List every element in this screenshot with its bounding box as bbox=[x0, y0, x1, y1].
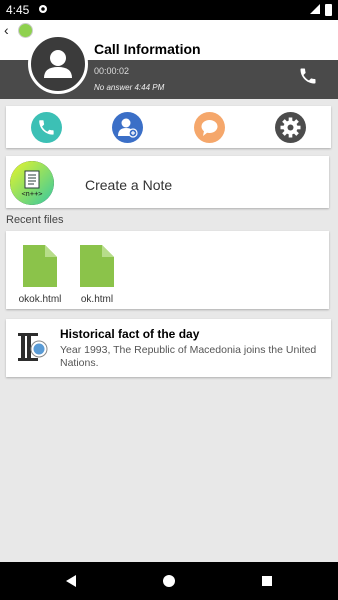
message-button[interactable] bbox=[194, 112, 225, 143]
settings-status-icon bbox=[39, 5, 47, 13]
file-item[interactable]: okok.html bbox=[10, 243, 70, 305]
call-button[interactable] bbox=[31, 112, 62, 143]
call-status: No answer 4:44 PM bbox=[94, 83, 165, 92]
page-title: Call Information bbox=[94, 41, 201, 57]
add-contact-icon bbox=[118, 118, 138, 138]
person-icon bbox=[44, 50, 72, 78]
notepad-logo-text: <n++> bbox=[21, 190, 42, 198]
signal-icon bbox=[310, 4, 320, 14]
nav-back-icon[interactable] bbox=[64, 574, 78, 588]
notepad-logo-icon: <n++> bbox=[10, 161, 54, 205]
back-icon[interactable]: ‹ bbox=[4, 22, 9, 38]
status-time: 4:45 bbox=[6, 3, 30, 17]
fact-body: Year 1993, The Republic of Macedonia joi… bbox=[60, 344, 317, 369]
add-contact-button[interactable] bbox=[112, 112, 143, 143]
settings-button[interactable] bbox=[275, 112, 306, 143]
navigation-bar bbox=[0, 562, 338, 600]
file-icon bbox=[80, 245, 114, 287]
phone-icon bbox=[39, 120, 54, 135]
nav-recents-icon[interactable] bbox=[261, 574, 273, 588]
column-history-icon bbox=[18, 333, 48, 361]
nav-home-icon[interactable] bbox=[162, 574, 176, 588]
fact-title: Historical fact of the day bbox=[60, 327, 200, 341]
create-note-label: Create a Note bbox=[85, 177, 173, 193]
recent-files-card: okok.html ok.html bbox=[6, 231, 329, 309]
recent-files-label: Recent files bbox=[6, 214, 64, 226]
call-duration: 00:00:02 bbox=[94, 66, 130, 76]
actions-card bbox=[6, 106, 331, 148]
file-name: okok.html bbox=[18, 294, 62, 305]
phone-icon[interactable] bbox=[298, 66, 318, 86]
chat-bubble-icon bbox=[201, 120, 218, 136]
gear-icon bbox=[280, 117, 301, 138]
battery-icon bbox=[325, 4, 332, 16]
status-bar: 4:45 bbox=[0, 0, 338, 20]
create-note-card[interactable]: <n++> Create a Note bbox=[6, 156, 329, 208]
contact-avatar bbox=[28, 34, 88, 94]
file-name: ok.html bbox=[80, 294, 114, 305]
app-logo-icon bbox=[18, 23, 33, 38]
file-icon bbox=[23, 245, 57, 287]
historical-fact-card[interactable]: Historical fact of the day Year 1993, Th… bbox=[6, 319, 331, 377]
file-item[interactable]: ok.html bbox=[67, 243, 127, 305]
